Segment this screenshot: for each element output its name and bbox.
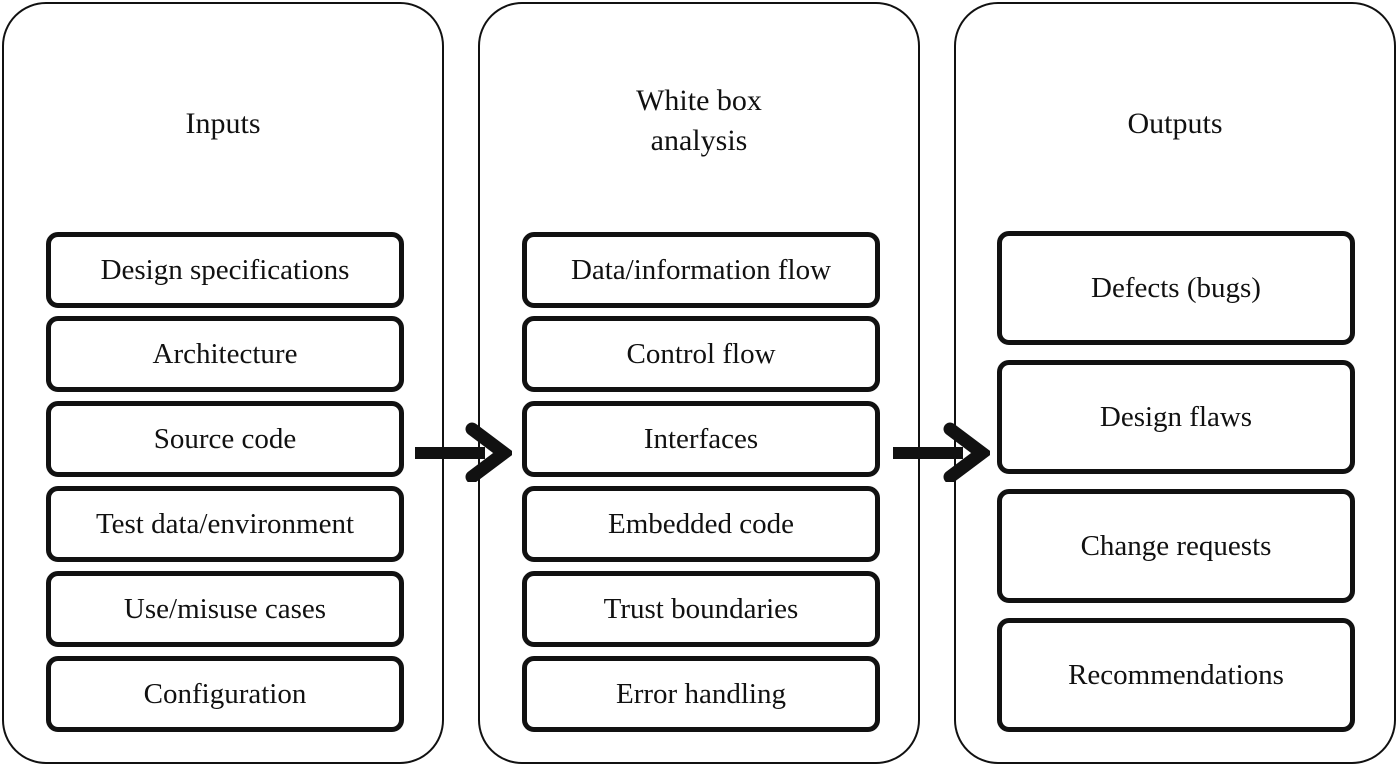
- analysis-panel: White box analysis Data/information flow…: [478, 2, 920, 764]
- input-item: Use/misuse cases: [46, 571, 404, 647]
- analysis-item: Data/information flow: [522, 232, 880, 308]
- inputs-panel: Inputs Design specifications Architectur…: [2, 2, 444, 764]
- output-item: Change requests: [997, 489, 1355, 603]
- analysis-item: Error handling: [522, 656, 880, 732]
- analysis-item: Interfaces: [522, 401, 880, 477]
- output-item: Design flaws: [997, 360, 1355, 474]
- input-item: Configuration: [46, 656, 404, 732]
- outputs-panel: Outputs Defects (bugs) Design flaws Chan…: [954, 2, 1396, 764]
- analysis-item: Embedded code: [522, 486, 880, 562]
- right-arrow-icon: [415, 422, 512, 482]
- analysis-title: White box analysis: [636, 84, 762, 157]
- inputs-title: Inputs: [185, 107, 261, 140]
- analysis-item: Trust boundaries: [522, 571, 880, 647]
- output-item: Recommendations: [997, 618, 1355, 732]
- input-item: Source code: [46, 401, 404, 477]
- right-arrow-icon: [893, 422, 990, 482]
- outputs-title: Outputs: [1127, 107, 1223, 140]
- input-item: Architecture: [46, 316, 404, 392]
- analysis-item: Control flow: [522, 316, 880, 392]
- input-item: Design specifications: [46, 232, 404, 308]
- input-item: Test data/environment: [46, 486, 404, 562]
- output-item: Defects (bugs): [997, 231, 1355, 345]
